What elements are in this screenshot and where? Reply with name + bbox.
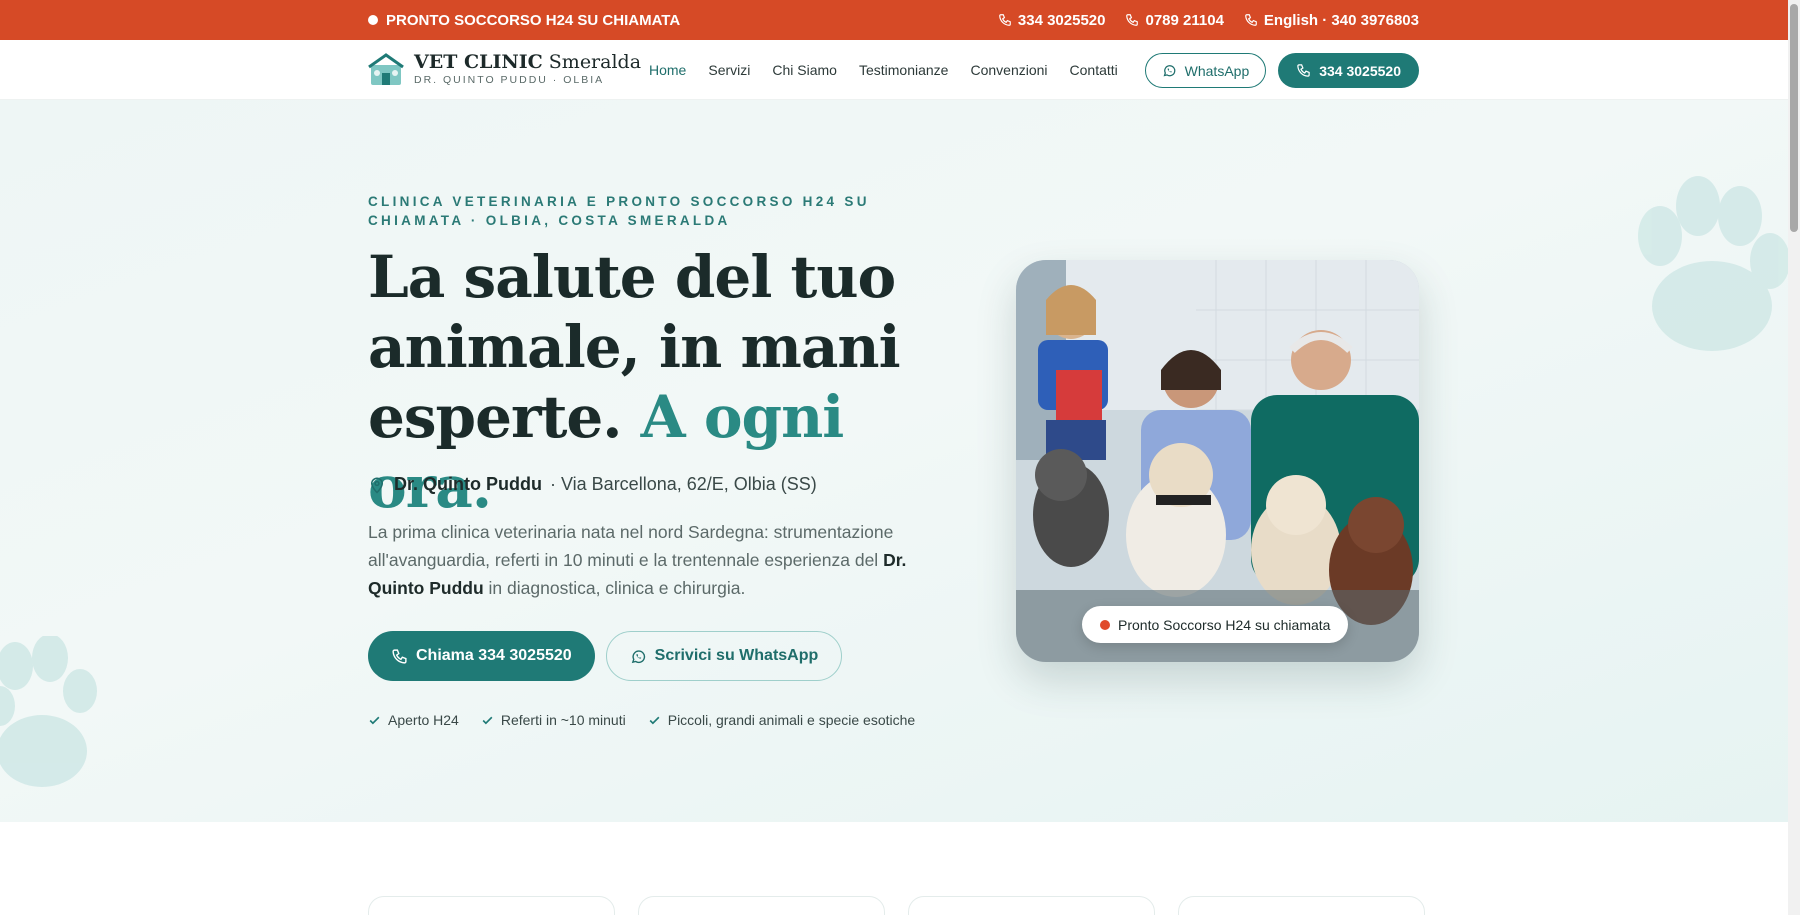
- nav-call-button[interactable]: 334 3025520: [1278, 53, 1419, 88]
- hero-photo-card: Pronto Soccorso H24 su chiamata: [1016, 260, 1419, 662]
- service-card[interactable]: [368, 896, 615, 915]
- hero-lead-paragraph: La prima clinica veterinaria nata nel no…: [368, 518, 928, 602]
- whatsapp-icon: [631, 649, 645, 663]
- address-text: · Via Barcellona, 62/E, Olbia (SS): [549, 474, 817, 494]
- clinic-logo-icon: [368, 53, 404, 85]
- nav-menu: Home Servizi Chi Siamo Testimonianze Con…: [649, 40, 1118, 100]
- feature-check-label: Aperto H24: [388, 712, 459, 728]
- main-navbar: VET CLINIC Smeralda DR. QUINTO PUDDU · O…: [0, 40, 1788, 100]
- brand-subtitle: DR. QUINTO PUDDU · OLBIA: [414, 74, 605, 86]
- phone-icon: [1245, 14, 1257, 26]
- status-dot-icon: [368, 15, 378, 25]
- hero-cta-row: Chiama 334 3025520 Scrivici su WhatsApp: [368, 631, 843, 681]
- service-card[interactable]: [1178, 896, 1425, 915]
- topbar-phone-2-label: 0789 21104: [1145, 11, 1224, 29]
- feature-check-label: Piccoli, grandi animali e specie esotich…: [667, 712, 916, 728]
- nav-item-home[interactable]: Home: [649, 62, 686, 78]
- phone-icon: [1126, 14, 1139, 26]
- brand-logo-link[interactable]: VET CLINIC Smeralda DR. QUINTO PUDDU · O…: [368, 51, 641, 87]
- lead-part-1: La prima clinica veterinaria nata nel no…: [368, 522, 894, 570]
- page-scrollbar-thumb[interactable]: [1790, 4, 1798, 232]
- feature-checks: Aperto H24 Referti in ~10 minuti Piccoli…: [368, 712, 915, 728]
- feature-check-item: Piccoli, grandi animali e specie esotich…: [648, 712, 915, 728]
- emergency-topbar: PRONTO SOCCORSO H24 SU CHIAMATA 334 3025…: [0, 0, 1788, 40]
- topbar-phone-2[interactable]: 0789 21104: [1125, 11, 1224, 29]
- checkmark-icon: [482, 716, 493, 724]
- lead-part-2: in diagnostica, clinica e chirurgia.: [488, 578, 746, 598]
- phone-icon: [1297, 64, 1310, 77]
- hero-section: CLINICA VETERINARIA E PRONTO SOCCORSO H2…: [0, 100, 1788, 822]
- topbar-phone-english[interactable]: English · 340 3976803: [1244, 12, 1419, 29]
- topbar-phone-1[interactable]: 334 3025520: [998, 11, 1106, 29]
- phone-icon: [392, 648, 407, 664]
- topbar-phone-1-label: 334 3025520: [1017, 11, 1106, 29]
- nav-item-testimonianze[interactable]: Testimonianze: [859, 62, 949, 78]
- nav-whatsapp-label: WhatsApp: [1184, 62, 1250, 79]
- nav-call-label: 334 3025520: [1319, 62, 1401, 79]
- phone-icon: [999, 14, 1011, 26]
- doctor-name: Dr. Quinto Puddu: [394, 474, 542, 494]
- hero-eyebrow: CLINICA VETERINARIA E PRONTO SOCCORSO H2…: [368, 194, 870, 228]
- services-cards-row: [368, 896, 1425, 915]
- topbar-phone-english-label: English · 340 3976803: [1263, 11, 1419, 29]
- headline-line-1: La salute del tuo: [368, 243, 896, 311]
- headline-line-3: esperte.: [368, 383, 622, 451]
- feature-check-item: Aperto H24: [368, 712, 459, 728]
- emergency-alert: PRONTO SOCCORSO H24 SU CHIAMATA: [368, 0, 680, 40]
- emergency-photo-badge: Pronto Soccorso H24 su chiamata: [1082, 606, 1349, 643]
- nav-item-convenzioni[interactable]: Convenzioni: [970, 62, 1047, 78]
- nav-item-contatti[interactable]: Contatti: [1070, 62, 1118, 78]
- location-pin-icon: [370, 477, 384, 494]
- nav-item-chi-siamo[interactable]: Chi Siamo: [772, 62, 837, 78]
- feature-check-item: Referti in ~10 minuti: [481, 712, 626, 728]
- paw-print-right-icon: [1638, 176, 1788, 351]
- feature-check-label: Referti in ~10 minuti: [500, 712, 626, 728]
- emergency-alert-text: PRONTO SOCCORSO H24 SU CHIAMATA: [386, 11, 681, 29]
- nav-actions: WhatsApp 334 3025520: [1144, 53, 1419, 88]
- brand-text: VET CLINIC Smeralda DR. QUINTO PUDDU · O…: [414, 52, 641, 86]
- nav-whatsapp-button[interactable]: WhatsApp: [1144, 53, 1267, 88]
- checkmark-icon: [369, 716, 380, 724]
- call-cta-button[interactable]: Chiama 334 3025520: [368, 631, 595, 681]
- whatsapp-icon: [1163, 65, 1176, 77]
- whatsapp-cta-button[interactable]: Scrivici su WhatsApp: [605, 631, 843, 681]
- nav-item-servizi[interactable]: Servizi: [708, 62, 750, 78]
- service-card[interactable]: [638, 896, 885, 915]
- clinic-address: Dr. Quinto Puddu · Via Barcellona, 62/E,…: [368, 474, 817, 495]
- status-dot-icon: [1100, 619, 1110, 630]
- clinic-team-photo: [1016, 260, 1419, 662]
- headline-line-2: animale, in mani: [368, 313, 901, 381]
- brand-name-bold: VET CLINIC: [414, 51, 543, 73]
- brand-name-light: Smeralda: [548, 51, 642, 73]
- whatsapp-cta-label: Scrivici su WhatsApp: [654, 647, 819, 664]
- brand-name: VET CLINIC Smeralda: [414, 52, 641, 72]
- service-card[interactable]: [908, 896, 1155, 915]
- checkmark-icon: [649, 716, 660, 724]
- paw-print-left-icon: [0, 636, 97, 787]
- photo-badge-label: Pronto Soccorso H24 su chiamata: [1118, 616, 1331, 633]
- call-cta-label: Chiama 334 3025520: [416, 647, 572, 664]
- topbar-phones: 334 3025520 0789 21104 English · 340 397…: [998, 0, 1419, 40]
